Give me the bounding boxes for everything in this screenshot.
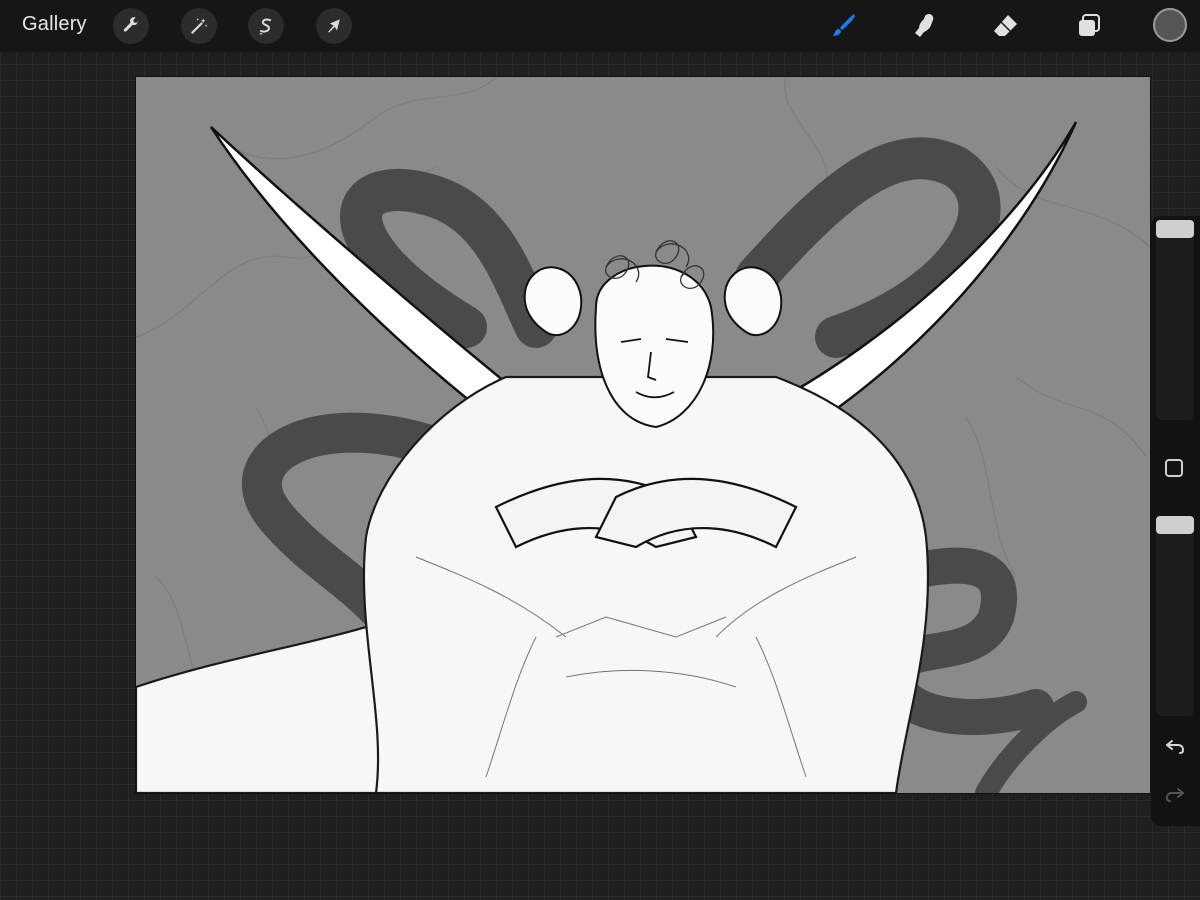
transform-button[interactable] — [316, 8, 352, 44]
drawing-canvas[interactable] — [136, 77, 1150, 793]
smudge-finger-icon — [915, 14, 934, 37]
side-panel — [1151, 216, 1200, 826]
arrow-cursor-icon — [328, 19, 340, 33]
undo-button[interactable] — [1163, 734, 1187, 758]
eraser-tool-button[interactable] — [988, 8, 1024, 44]
eraser-icon — [994, 15, 1017, 36]
modify-button[interactable] — [1165, 459, 1183, 477]
brush-size-thumb[interactable] — [1156, 220, 1194, 238]
adjustments-button[interactable] — [181, 8, 217, 44]
selection-button[interactable] — [248, 8, 284, 44]
redo-button[interactable] — [1163, 782, 1187, 806]
layers-button[interactable] — [1071, 8, 1107, 44]
wrench-icon — [123, 17, 139, 32]
selection-s-icon — [259, 18, 272, 35]
color-picker-button[interactable] — [1153, 8, 1187, 42]
smudge-tool-button[interactable] — [907, 8, 943, 44]
magic-wand-icon — [191, 18, 208, 34]
brush-icon — [833, 14, 855, 36]
brush-size-slider[interactable] — [1156, 220, 1194, 420]
top-toolbar: Gallery — [0, 0, 1200, 52]
sketch-artwork — [136, 77, 1150, 793]
layers-icon — [1079, 14, 1100, 36]
brush-opacity-thumb[interactable] — [1156, 516, 1194, 534]
brush-tool-button[interactable] — [825, 8, 861, 44]
gallery-button[interactable]: Gallery — [22, 13, 87, 36]
brush-opacity-slider[interactable] — [1156, 516, 1194, 716]
actions-button[interactable] — [113, 8, 149, 44]
